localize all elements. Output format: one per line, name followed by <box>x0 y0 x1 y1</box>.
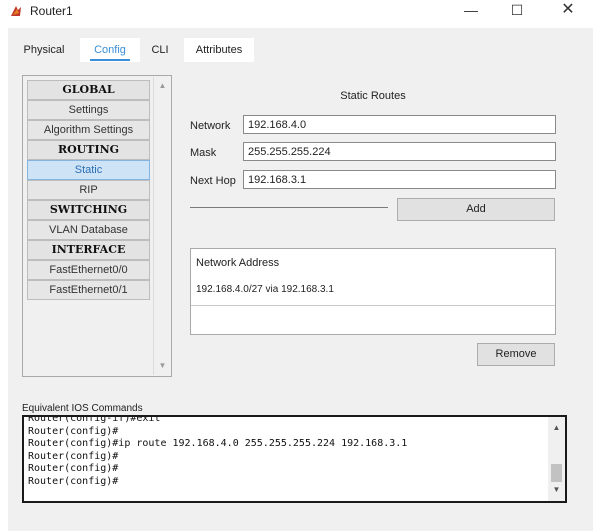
scroll-up-icon[interactable]: ▲ <box>548 421 565 435</box>
ios-lines: Router(config-if)#exit Router(config)# R… <box>28 415 548 488</box>
window-title: Router1 <box>30 4 73 18</box>
nav-list: GLOBAL Settings Algorithm Settings ROUTI… <box>27 80 150 300</box>
close-button[interactable]: ✕ <box>545 0 591 22</box>
nav-item-fastethernet0-1[interactable]: FastEthernet0/1 <box>27 280 150 300</box>
nav-header-routing: ROUTING <box>27 140 150 160</box>
next-hop-input[interactable] <box>243 170 556 189</box>
ios-line: Router(config)# <box>28 475 119 487</box>
nav-item-static[interactable]: Static <box>27 160 150 180</box>
tab-label: Attributes <box>195 44 243 56</box>
static-routes-title: Static Routes <box>340 90 406 102</box>
nav-header-interface: INTERFACE <box>27 240 150 260</box>
nav-scrollbar[interactable]: ▲ ▼ <box>153 77 170 375</box>
ios-line: Router(config)# <box>28 425 119 437</box>
divider <box>190 207 388 208</box>
ios-line: Router(config)# <box>28 463 119 474</box>
tab-label: Physical <box>23 44 65 56</box>
nav-item-fastethernet0-0[interactable]: FastEthernet0/0 <box>27 260 150 280</box>
route-row[interactable]: 192.168.4.0/27 via 192.168.3.1 <box>196 284 334 295</box>
scroll-thumb[interactable] <box>551 464 562 482</box>
title-bar: Router1 — ☐ ✕ <box>0 0 593 22</box>
ios-scrollbar[interactable]: ▲ ▼ <box>548 417 565 501</box>
nav-item-settings[interactable]: Settings <box>27 100 150 120</box>
nav-item-rip[interactable]: RIP <box>27 180 150 200</box>
nav-item-vlan-database[interactable]: VLAN Database <box>27 220 150 240</box>
mask-input[interactable] <box>243 142 556 161</box>
ios-commands-label: Equivalent IOS Commands <box>22 403 143 414</box>
ios-line: Router(config)#ip route 192.168.4.0 255.… <box>28 438 408 449</box>
tab-label: CLI <box>151 44 169 56</box>
config-nav: GLOBAL Settings Algorithm Settings ROUTI… <box>22 75 172 377</box>
ios-line: Router(config)# <box>28 450 119 462</box>
add-button[interactable]: Add <box>397 198 555 221</box>
next-hop-label: Next Hop <box>190 175 236 187</box>
nav-header-global: GLOBAL <box>27 80 150 100</box>
nav-header-switching: SWITCHING <box>27 200 150 220</box>
scroll-down-icon[interactable]: ▼ <box>548 483 565 497</box>
router-app-icon <box>11 6 21 16</box>
network-input[interactable] <box>243 115 556 134</box>
route-separator <box>191 305 555 306</box>
tab-label: Config <box>94 44 126 56</box>
route-table-header: Network Address <box>196 257 280 269</box>
scroll-down-icon[interactable]: ▼ <box>154 359 171 373</box>
mask-label: Mask <box>190 147 217 159</box>
network-label: Network <box>190 120 231 132</box>
scroll-up-icon[interactable]: ▲ <box>154 79 171 93</box>
minimize-button[interactable]: — <box>448 0 494 22</box>
tab-attributes[interactable]: Attributes <box>184 38 254 64</box>
nav-item-algorithm-settings[interactable]: Algorithm Settings <box>27 120 150 140</box>
tab-cli[interactable]: CLI <box>146 38 174 64</box>
ios-line: Router(config-if)#exit <box>28 415 161 424</box>
tab-config[interactable]: Config <box>80 38 140 64</box>
tab-physical[interactable]: Physical <box>16 38 72 64</box>
remove-button[interactable]: Remove <box>477 343 555 366</box>
maximize-button[interactable]: ☐ <box>494 0 540 22</box>
route-table[interactable]: Network Address 192.168.4.0/27 via 192.1… <box>190 248 556 335</box>
ios-commands-console[interactable]: Router(config-if)#exit Router(config)# R… <box>22 415 567 503</box>
